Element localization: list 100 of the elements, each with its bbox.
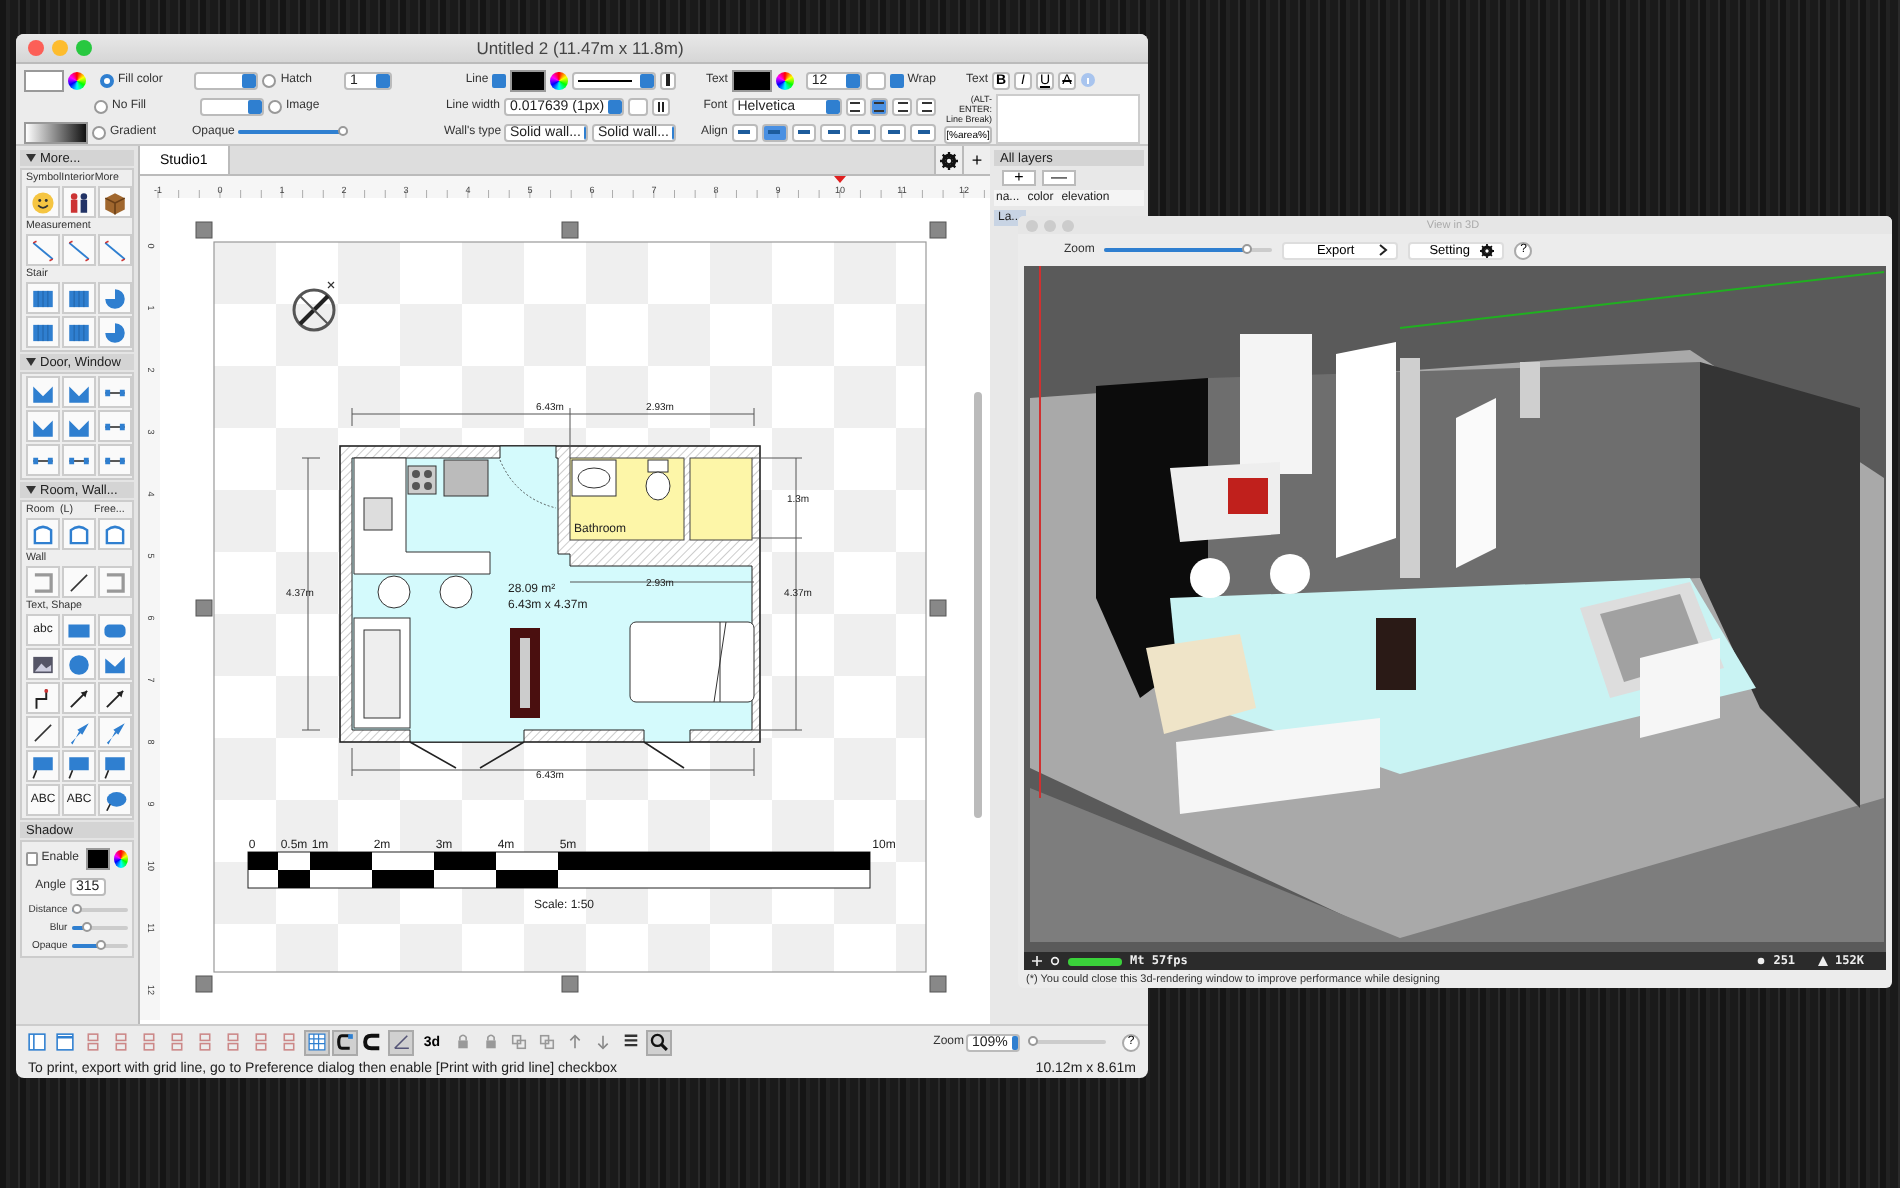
- tool-button[interactable]: [98, 186, 132, 218]
- compass-icon: [292, 281, 336, 332]
- align-button[interactable]: [845, 97, 865, 115]
- gradient-swatch[interactable]: [24, 121, 88, 143]
- color-wheel-icon[interactable]: [775, 71, 794, 89]
- zoom-button[interactable]: [646, 1029, 672, 1055]
- sofa-icon: [353, 617, 411, 729]
- grid-icon: [306, 1030, 328, 1054]
- tool-button[interactable]: [98, 682, 132, 714]
- align-button[interactable]: [850, 123, 877, 141]
- checkbox[interactable]: [889, 73, 904, 87]
- text-color-swatch[interactable]: [731, 69, 772, 91]
- vertex-icon: [1755, 956, 1766, 966]
- grid-button[interactable]: [304, 1029, 330, 1055]
- radio-button[interactable]: [268, 99, 283, 113]
- plus-icon[interactable]: [1032, 956, 1042, 966]
- gear-icon: [1480, 243, 1495, 257]
- smiley-icon: [30, 189, 56, 215]
- tool-button[interactable]: [26, 648, 60, 680]
- callout-icon: [66, 753, 92, 779]
- pause-icon[interactable]: [652, 97, 670, 115]
- color-wheel-icon[interactable]: [68, 71, 86, 89]
- selection-handle[interactable]: [929, 599, 947, 617]
- shower-floor: [689, 457, 753, 541]
- kitchen-counter: [353, 457, 491, 575]
- line-color-swatch[interactable]: [509, 69, 547, 91]
- checkbox[interactable]: [492, 73, 506, 87]
- align-button[interactable]: [880, 123, 907, 141]
- stair-icon: [66, 319, 92, 345]
- angle-button[interactable]: [388, 1029, 414, 1055]
- disclosure-triangle-icon[interactable]: [26, 486, 36, 494]
- align-button[interactable]: [791, 123, 817, 141]
- align-button[interactable]: [761, 123, 788, 141]
- shadow-color-swatch[interactable]: [86, 847, 111, 869]
- line-button[interactable]: [659, 71, 676, 89]
- tool-button[interactable]: [62, 682, 96, 714]
- disclosure-triangle-icon[interactable]: [26, 154, 36, 162]
- align-button[interactable]: [820, 123, 847, 141]
- color-wheel-icon[interactable]: [114, 849, 128, 867]
- image-dropdown[interactable]: [200, 97, 265, 115]
- sidebar-button[interactable]: [24, 1029, 50, 1055]
- add-tab-button[interactable]: +: [962, 146, 990, 174]
- spiral-stair-icon: [102, 319, 128, 345]
- zoom-icon: [648, 1030, 670, 1054]
- group-button[interactable]: [534, 1029, 560, 1055]
- stair-icon: [30, 319, 56, 345]
- pattern-dropdown[interactable]: [194, 71, 259, 89]
- align-button[interactable]: [916, 97, 937, 115]
- disclosure-triangle-icon[interactable]: [26, 358, 36, 366]
- window-button[interactable]: [52, 1029, 78, 1055]
- room-icon: [30, 521, 56, 547]
- tool-button[interactable]: [26, 682, 60, 714]
- layout-icon: [278, 1030, 300, 1054]
- align-button[interactable]: [892, 97, 913, 115]
- selection-handle[interactable]: [195, 221, 213, 239]
- selection-handle[interactable]: [929, 221, 947, 239]
- layer-button[interactable]: —: [1042, 170, 1076, 186]
- measure-icon: [66, 237, 92, 263]
- selection-handle[interactable]: [561, 221, 579, 239]
- fridge-icon: [443, 459, 489, 497]
- callout-icon: [102, 753, 128, 779]
- block-arrow-icon: [102, 719, 128, 745]
- radio-button[interactable]: [92, 125, 106, 139]
- sidebar-icon: [26, 1030, 48, 1054]
- close-button[interactable]: [28, 40, 44, 56]
- circle-icon[interactable]: [1050, 956, 1060, 966]
- sink-icon: [571, 459, 617, 497]
- layout-icon: [250, 1030, 272, 1054]
- group-button[interactable]: [506, 1029, 532, 1055]
- radio-button[interactable]: [262, 73, 277, 87]
- shape-icon: [102, 651, 128, 677]
- tool-button[interactable]: [62, 186, 96, 218]
- align-button[interactable]: [910, 123, 936, 141]
- align-button[interactable]: [731, 123, 758, 141]
- lock-icon: [452, 1030, 474, 1054]
- image-icon: [30, 651, 56, 677]
- ellipse-callout-icon: [102, 787, 128, 813]
- radio-button[interactable]: [94, 99, 108, 113]
- settings-button[interactable]: [934, 146, 962, 174]
- tool-button[interactable]: [26, 186, 60, 218]
- fill-color-swatch[interactable]: [24, 69, 64, 91]
- selection-handle[interactable]: [195, 599, 213, 617]
- color-wheel-icon[interactable]: [550, 71, 568, 89]
- layout-icon: [82, 1030, 104, 1054]
- scrollbar-thumb[interactable]: [974, 392, 982, 818]
- selection-handle[interactable]: [195, 975, 213, 993]
- wall-icon: [30, 569, 56, 595]
- align-button[interactable]: [869, 97, 889, 115]
- callout-icon: [30, 753, 56, 779]
- stool-icon: [377, 575, 411, 609]
- snap-button[interactable]: [332, 1029, 358, 1055]
- triangle-icon: [1817, 956, 1828, 966]
- selection-handle[interactable]: [561, 975, 579, 993]
- chevron-icon: [1378, 244, 1389, 256]
- checkbox[interactable]: [26, 851, 38, 865]
- selection-handle[interactable]: [929, 975, 947, 993]
- layout-icon: [110, 1030, 132, 1054]
- layer-button[interactable]: +: [1002, 170, 1036, 186]
- radio-button[interactable]: [100, 73, 114, 87]
- line-style-dropdown[interactable]: [571, 71, 656, 89]
